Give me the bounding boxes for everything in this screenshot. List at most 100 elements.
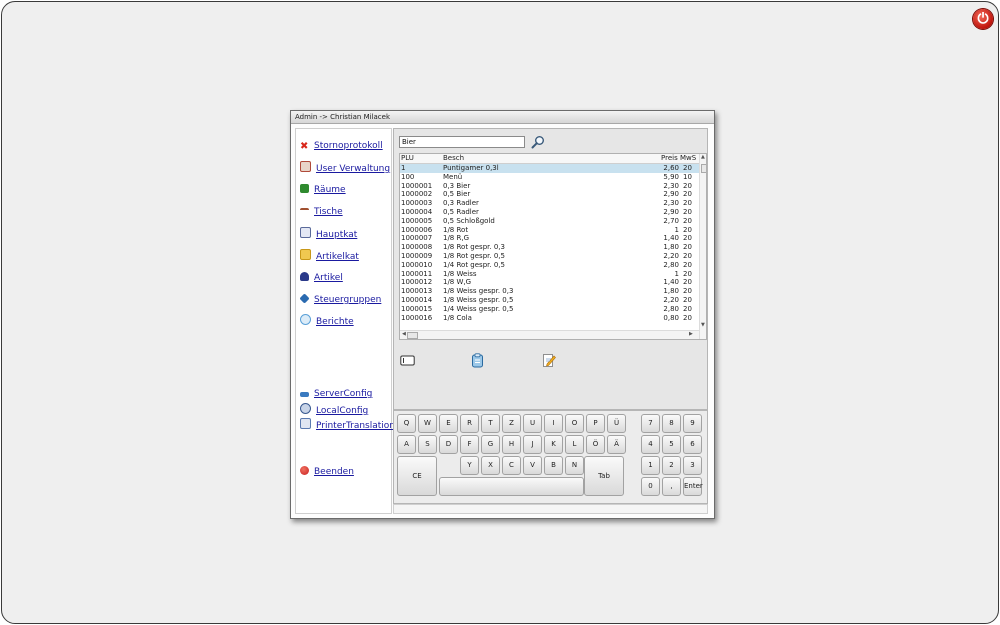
scroll-left-icon[interactable]: ◀ <box>402 331 406 338</box>
sidebar-item-printertranslation[interactable]: PrinterTranslation <box>300 418 395 432</box>
key-row1-8[interactable]: O <box>565 414 584 433</box>
numpad-key-1[interactable]: 8 <box>662 414 681 433</box>
cell-preis: 2,60 <box>663 164 679 172</box>
vertical-scrollbar[interactable]: ▲ ▼ <box>699 154 706 339</box>
table-row[interactable]: 1000014 1/8 Weiss gespr. 0,5 2,20 20 <box>400 296 700 305</box>
key-row2-3[interactable]: F <box>460 435 479 454</box>
sidebar-item-artikelkat[interactable]: Artikelkat <box>300 249 359 263</box>
key-row1-4[interactable]: T <box>481 414 500 433</box>
cell-preis: 1,80 <box>663 243 679 252</box>
table-row[interactable]: 1000006 1/8 Rot 1 20 <box>400 226 700 235</box>
numpad-key-8[interactable]: 3 <box>683 456 702 475</box>
column-header-preis[interactable]: Preis <box>661 154 678 163</box>
numpad-key-3[interactable]: 4 <box>641 435 660 454</box>
scroll-up-icon[interactable]: ▲ <box>701 154 705 161</box>
table-row[interactable]: 1000015 1/4 Weiss gespr. 0,5 2,80 20 <box>400 305 700 314</box>
key-row2-10[interactable]: Ä <box>607 435 626 454</box>
table-row[interactable]: 1000012 1/8 W,G 1,40 20 <box>400 278 700 287</box>
numpad-key-4[interactable]: 5 <box>662 435 681 454</box>
numpad-key-10[interactable]: , <box>662 477 681 496</box>
key-row1-2[interactable]: E <box>439 414 458 433</box>
search-input[interactable] <box>399 136 525 148</box>
key-row2-4[interactable]: G <box>481 435 500 454</box>
sidebar-item-artikel[interactable]: Artikel <box>300 271 343 285</box>
numpad-key-6[interactable]: 1 <box>641 456 660 475</box>
key-row2-5[interactable]: H <box>502 435 521 454</box>
table-row[interactable]: 1000002 0,5 Bier 2,90 20 <box>400 190 700 199</box>
table-row[interactable]: 1000007 1/8 R,G 1,40 20 <box>400 234 700 243</box>
scroll-down-icon[interactable]: ▼ <box>701 322 705 329</box>
enter-key[interactable]: Enter <box>683 477 703 496</box>
sidebar-item-beenden[interactable]: Beenden <box>300 465 354 479</box>
key-row1-0[interactable]: Q <box>397 414 416 433</box>
table-row[interactable]: 1000003 0,3 Radler 2,30 20 <box>400 199 700 208</box>
key-row2-2[interactable]: D <box>439 435 458 454</box>
sidebar-item-stornoprotokoll[interactable]: ✖ Stornoprotokoll <box>300 139 383 153</box>
key-row3-0[interactable]: Y <box>460 456 479 475</box>
key-row1-3[interactable]: R <box>460 414 479 433</box>
column-header-plu[interactable]: PLU <box>401 154 414 163</box>
cell-preis: 2,30 <box>663 199 679 208</box>
key-row2-7[interactable]: K <box>544 435 563 454</box>
sidebar-item-raeume[interactable]: Räume <box>300 183 346 197</box>
sidebar-item-hauptkat[interactable]: Hauptkat <box>300 227 357 241</box>
sidebar-item-tische[interactable]: Tische <box>300 205 343 219</box>
key-row1-6[interactable]: U <box>523 414 542 433</box>
column-header-mws[interactable]: MwS <box>680 154 696 163</box>
key-row2-6[interactable]: J <box>523 435 542 454</box>
table-row[interactable]: 1000001 0,3 Bier 2,30 20 <box>400 182 700 191</box>
key-row1-10[interactable]: Ü <box>607 414 626 433</box>
table-row[interactable]: 1000011 1/8 Weiss 1 20 <box>400 270 700 279</box>
numpad-key-5[interactable]: 6 <box>683 435 702 454</box>
sidebar-item-localconfig[interactable]: LocalConfig <box>300 403 368 417</box>
scroll-right-icon[interactable]: ▶ <box>689 331 693 338</box>
key-row2-8[interactable]: L <box>565 435 584 454</box>
sidebar-item-user-verwaltung[interactable]: User Verwaltung <box>300 161 390 175</box>
tab-key[interactable]: Tab <box>584 456 624 496</box>
key-row2-0[interactable]: A <box>397 435 416 454</box>
key-row1-9[interactable]: P <box>586 414 605 433</box>
sidebar-item-serverconfig[interactable]: ServerConfig <box>300 387 372 401</box>
desktop-screen: ⏻ Admin -> Christian Milacek ✖ Stornoprot… <box>1 1 999 624</box>
key-row1-1[interactable]: W <box>418 414 437 433</box>
numpad-key-9[interactable]: 0 <box>641 477 660 496</box>
sidebar-item-steuergruppen[interactable]: Steuergruppen <box>299 293 381 307</box>
cell-preis: 1 <box>674 225 679 234</box>
ce-key[interactable]: CE <box>397 456 437 496</box>
key-row3-4[interactable]: B <box>544 456 563 475</box>
table-row[interactable]: 1000008 1/8 Rot gespr. 0,3 1,80 20 <box>400 243 700 252</box>
table-row[interactable]: 1000009 1/8 Rot gespr. 0,5 2,20 20 <box>400 252 700 261</box>
edit-document-icon[interactable] <box>542 353 557 368</box>
space-key[interactable] <box>439 477 584 496</box>
table-row[interactable]: 1 Puntigamer 0,3l 2,60 20 <box>400 164 700 173</box>
vertical-scroll-thumb[interactable] <box>701 164 706 173</box>
key-row1-5[interactable]: Z <box>502 414 521 433</box>
key-row3-5[interactable]: N <box>565 456 584 475</box>
search-icon[interactable] <box>531 135 545 149</box>
table-row[interactable]: 1000016 1/8 Cola 0,80 20 <box>400 314 700 323</box>
key-row3-2[interactable]: C <box>502 456 521 475</box>
cell-preis: 1,40 <box>663 278 679 287</box>
sidebar-item-berichte[interactable]: Berichte <box>300 314 354 328</box>
horizontal-scroll-thumb[interactable] <box>407 332 418 339</box>
key-row1-7[interactable]: I <box>544 414 563 433</box>
category-icon <box>300 227 311 238</box>
clipboard-icon[interactable] <box>470 353 485 368</box>
table-row[interactable]: 1000010 1/4 Rot gespr. 0,5 2,80 20 <box>400 261 700 270</box>
key-row3-1[interactable]: X <box>481 456 500 475</box>
table-row[interactable]: 1000005 0,5 Schloßgold 2,70 20 <box>400 217 700 226</box>
key-row2-9[interactable]: Ö <box>586 435 605 454</box>
power-icon[interactable]: ⏻ <box>973 9 993 29</box>
numpad-key-2[interactable]: 9 <box>683 414 702 433</box>
column-header-besch[interactable]: Besch <box>443 154 464 163</box>
key-row3-3[interactable]: V <box>523 456 542 475</box>
horizontal-scrollbar[interactable]: ◀ ▶ <box>400 330 699 339</box>
numpad-key-0[interactable]: 7 <box>641 414 660 433</box>
table-row[interactable]: 1000004 0,5 Radler 2,90 20 <box>400 208 700 217</box>
keyboard-toggle-icon[interactable] <box>400 353 415 368</box>
key-row2-1[interactable]: S <box>418 435 437 454</box>
table-row[interactable]: 1000013 1/8 Weiss gespr. 0,3 1,80 20 <box>400 287 700 296</box>
table-row[interactable]: 100 Menü 5,90 10 <box>400 173 700 182</box>
article-category-icon <box>300 249 311 260</box>
numpad-key-7[interactable]: 2 <box>662 456 681 475</box>
